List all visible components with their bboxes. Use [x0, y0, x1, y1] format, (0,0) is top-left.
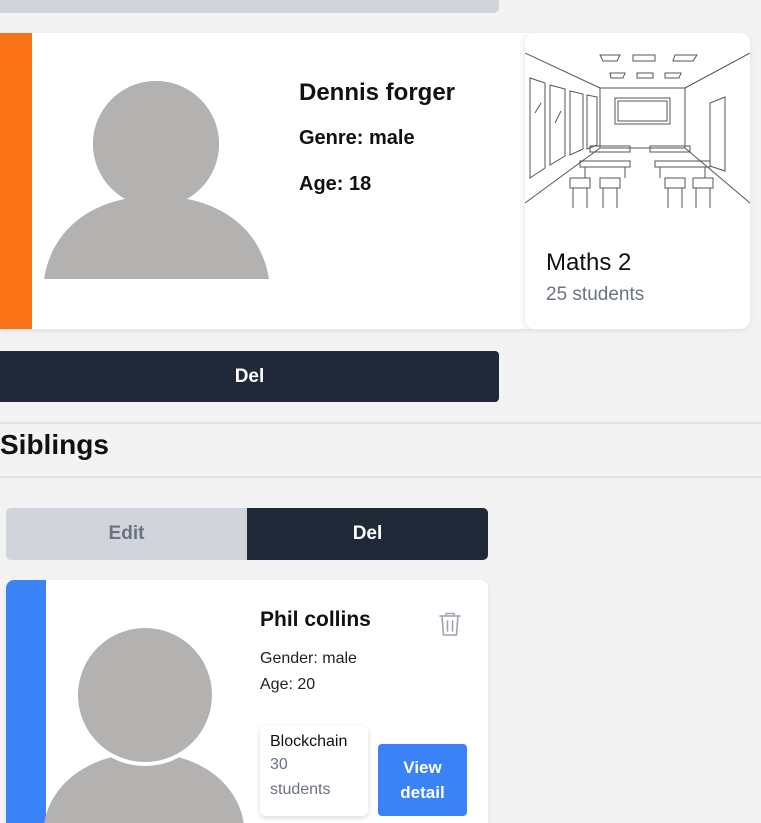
class-card[interactable]: Maths 2 25 students [525, 33, 750, 329]
siblings-heading: Siblings [0, 429, 109, 460]
avatar-icon [44, 625, 244, 823]
class-student-count: 25 students [546, 284, 645, 305]
sibling-age: Age: 20 [260, 676, 316, 693]
student-card: Dennis forger Genre: male Age: 18 Maths … [0, 33, 750, 329]
trash-icon[interactable] [438, 611, 462, 637]
student-accent-bar [0, 33, 32, 329]
delete-siblings-button[interactable]: Del [247, 508, 488, 560]
sibling-accent-bar [6, 580, 46, 823]
sibling-name: Phil collins [260, 608, 371, 631]
class-name: Maths 2 [546, 249, 632, 276]
divider [0, 476, 761, 478]
sibling-class-name: Blockchain [270, 733, 348, 750]
sibling-class-student-count: 30 students [270, 756, 331, 798]
classroom-image [525, 53, 750, 208]
previous-card-edge [0, 0, 499, 13]
student-name: Dennis forger [299, 79, 456, 106]
sibling-card: Phil collins Gender: male Age: 20 Blockc… [6, 580, 488, 823]
sibling-gender: Gender: male [260, 650, 357, 667]
student-genre: Genre: male [299, 127, 415, 149]
view-detail-button[interactable]: View detail [378, 744, 467, 816]
divider [0, 422, 761, 424]
sibling-class-card[interactable]: Blockchain 30 students [260, 726, 368, 816]
student-age: Age: 18 [299, 173, 372, 195]
edit-siblings-button[interactable]: Edit [6, 508, 247, 560]
delete-student-button[interactable]: Del [0, 351, 499, 402]
avatar-icon [44, 78, 269, 279]
